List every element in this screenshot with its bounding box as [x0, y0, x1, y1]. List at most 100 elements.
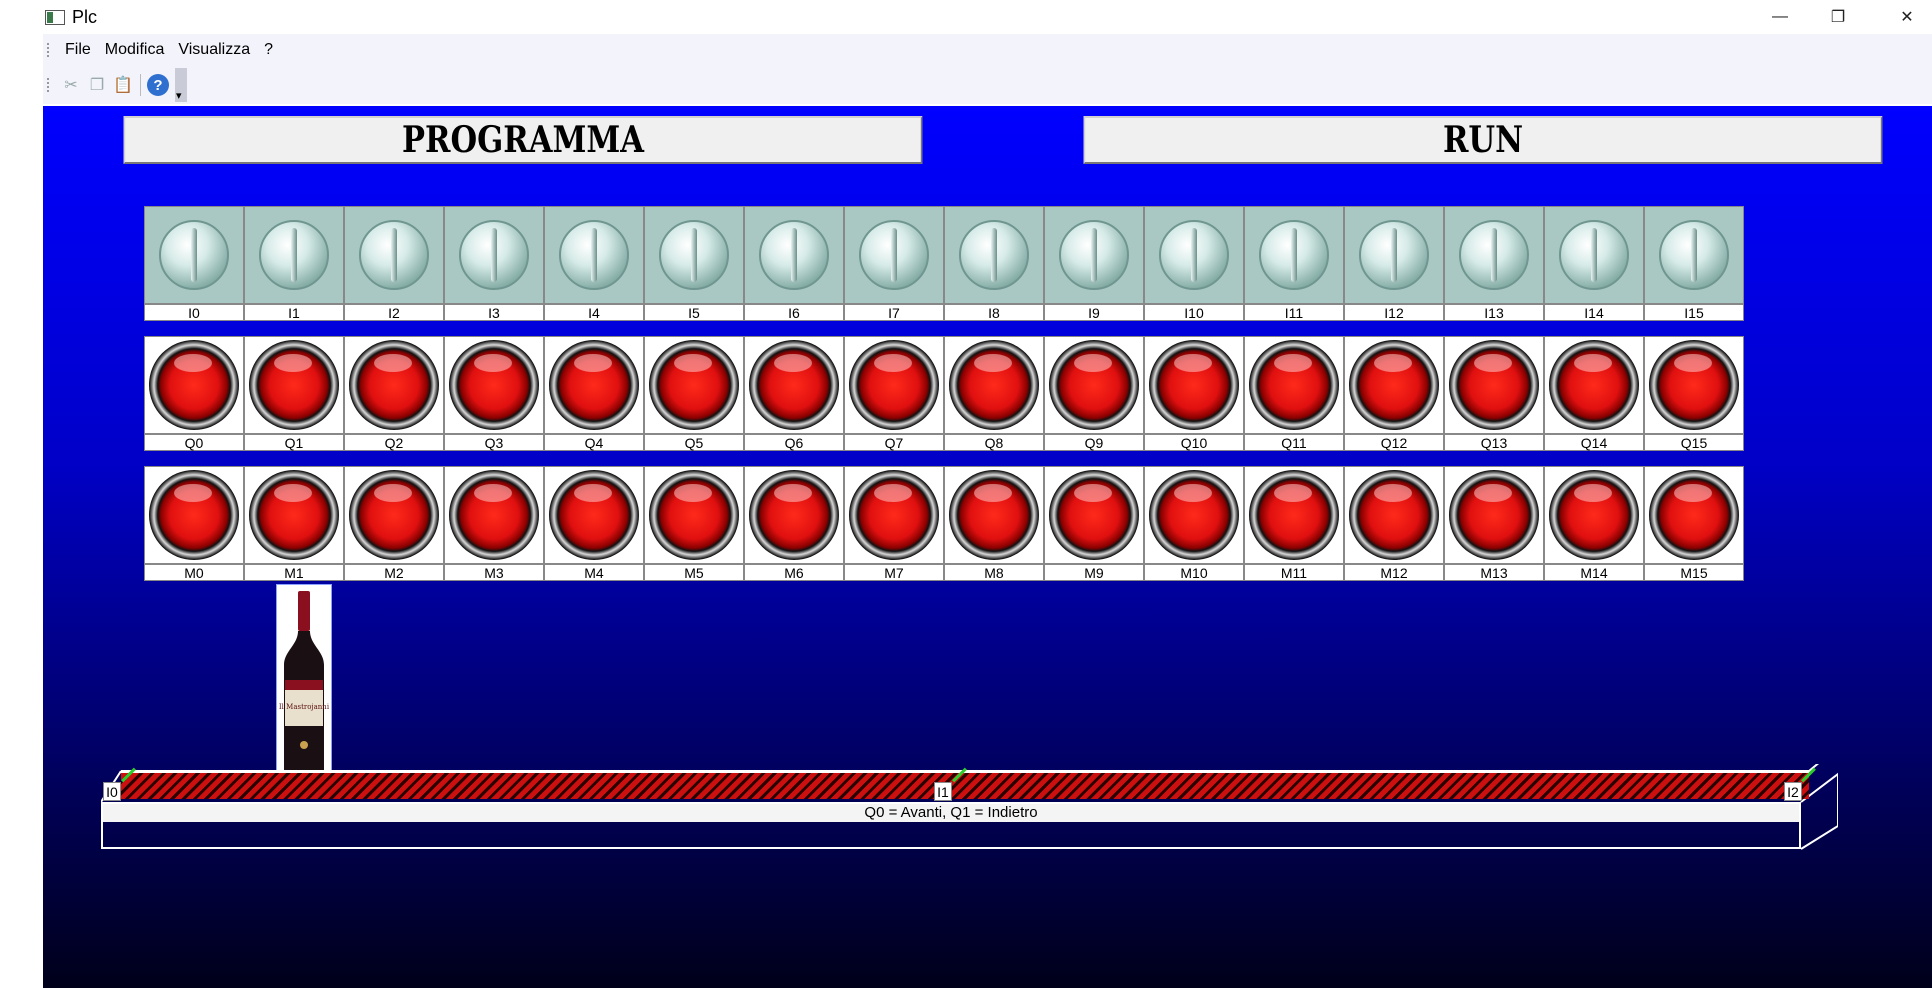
input-switch-i8[interactable]: I8 [944, 206, 1044, 321]
marker-lamp-face[interactable] [1244, 466, 1344, 564]
marker-lamp-m7[interactable]: M7 [844, 466, 944, 581]
output-lamp-q13[interactable]: Q13 [1444, 336, 1544, 451]
marker-lamp-m14[interactable]: M14 [1544, 466, 1644, 581]
input-switch-i11[interactable]: I11 [1244, 206, 1344, 321]
input-switch-face[interactable] [1444, 206, 1544, 304]
marker-lamp-m8[interactable]: M8 [944, 466, 1044, 581]
marker-lamp-m6[interactable]: M6 [744, 466, 844, 581]
output-lamp-q6[interactable]: Q6 [744, 336, 844, 451]
input-switch-face[interactable] [244, 206, 344, 304]
input-switch-face[interactable] [644, 206, 744, 304]
output-lamp-face[interactable] [1444, 336, 1544, 434]
output-lamp-face[interactable] [744, 336, 844, 434]
marker-lamp-face[interactable] [244, 466, 344, 564]
output-lamp-face[interactable] [1344, 336, 1444, 434]
toolbar-overflow-button[interactable] [175, 68, 187, 102]
marker-lamp-face[interactable] [1644, 466, 1744, 564]
copy-icon[interactable]: ❐ [84, 72, 110, 98]
input-switch-face[interactable] [1544, 206, 1644, 304]
output-lamp-q10[interactable]: Q10 [1144, 336, 1244, 451]
output-lamp-q4[interactable]: Q4 [544, 336, 644, 451]
input-switch-face[interactable] [344, 206, 444, 304]
marker-lamp-m4[interactable]: M4 [544, 466, 644, 581]
marker-lamp-face[interactable] [1344, 466, 1444, 564]
input-switch-i10[interactable]: I10 [1144, 206, 1244, 321]
minimize-button[interactable]: — [1755, 0, 1805, 34]
marker-lamp-m11[interactable]: M11 [1244, 466, 1344, 581]
output-lamp-face[interactable] [244, 336, 344, 434]
output-lamp-q9[interactable]: Q9 [1044, 336, 1144, 451]
output-lamp-q1[interactable]: Q1 [244, 336, 344, 451]
output-lamp-q7[interactable]: Q7 [844, 336, 944, 451]
output-lamp-face[interactable] [844, 336, 944, 434]
output-lamp-q0[interactable]: Q0 [144, 336, 244, 451]
output-lamp-q5[interactable]: Q5 [644, 336, 744, 451]
run-button[interactable]: RUN [1083, 116, 1883, 164]
close-button[interactable]: ✕ [1882, 0, 1932, 34]
marker-lamp-m10[interactable]: M10 [1144, 466, 1244, 581]
output-lamp-q12[interactable]: Q12 [1344, 336, 1444, 451]
output-lamp-face[interactable] [1544, 336, 1644, 434]
marker-lamp-face[interactable] [944, 466, 1044, 564]
cut-icon[interactable]: ✂ [58, 72, 84, 98]
restore-button[interactable]: ❐ [1813, 0, 1863, 34]
output-lamp-q2[interactable]: Q2 [344, 336, 444, 451]
input-switch-i9[interactable]: I9 [1044, 206, 1144, 321]
input-switch-face[interactable] [1344, 206, 1444, 304]
output-lamp-face[interactable] [144, 336, 244, 434]
input-switch-face[interactable] [1144, 206, 1244, 304]
input-switch-face[interactable] [944, 206, 1044, 304]
marker-lamp-face[interactable] [644, 466, 744, 564]
output-lamp-q8[interactable]: Q8 [944, 336, 1044, 451]
input-switch-i6[interactable]: I6 [744, 206, 844, 321]
output-lamp-face[interactable] [1244, 336, 1344, 434]
marker-lamp-m0[interactable]: M0 [144, 466, 244, 581]
input-switch-face[interactable] [544, 206, 644, 304]
menu-help[interactable]: ? [257, 41, 280, 59]
marker-lamp-m9[interactable]: M9 [1044, 466, 1144, 581]
input-switch-face[interactable] [1044, 206, 1144, 304]
marker-lamp-face[interactable] [1144, 466, 1244, 564]
marker-lamp-m3[interactable]: M3 [444, 466, 544, 581]
input-switch-face[interactable] [444, 206, 544, 304]
input-switch-face[interactable] [1644, 206, 1744, 304]
output-lamp-q3[interactable]: Q3 [444, 336, 544, 451]
marker-lamp-face[interactable] [544, 466, 644, 564]
menu-modifica[interactable]: Modifica [98, 41, 172, 59]
output-lamp-face[interactable] [444, 336, 544, 434]
output-lamp-q14[interactable]: Q14 [1544, 336, 1644, 451]
input-switch-i2[interactable]: I2 [344, 206, 444, 321]
marker-lamp-face[interactable] [1544, 466, 1644, 564]
input-switch-i14[interactable]: I14 [1544, 206, 1644, 321]
output-lamp-q15[interactable]: Q15 [1644, 336, 1744, 451]
output-lamp-face[interactable] [544, 336, 644, 434]
input-switch-i13[interactable]: I13 [1444, 206, 1544, 321]
output-lamp-face[interactable] [1144, 336, 1244, 434]
marker-lamp-m13[interactable]: M13 [1444, 466, 1544, 581]
input-switch-face[interactable] [144, 206, 244, 304]
marker-lamp-face[interactable] [444, 466, 544, 564]
marker-lamp-m1[interactable]: M1 [244, 466, 344, 581]
marker-lamp-face[interactable] [844, 466, 944, 564]
input-switch-i1[interactable]: I1 [244, 206, 344, 321]
input-switch-face[interactable] [1244, 206, 1344, 304]
marker-lamp-m15[interactable]: M15 [1644, 466, 1744, 581]
input-switch-i5[interactable]: I5 [644, 206, 744, 321]
help-button[interactable]: ? [145, 72, 171, 98]
paste-icon[interactable]: 📋 [110, 72, 136, 98]
output-lamp-face[interactable] [1644, 336, 1744, 434]
programma-button[interactable]: PROGRAMMA [123, 116, 923, 164]
output-lamp-face[interactable] [644, 336, 744, 434]
input-switch-i12[interactable]: I12 [1344, 206, 1444, 321]
marker-lamp-face[interactable] [144, 466, 244, 564]
bottle[interactable]: Il Mastrojanni [276, 584, 332, 780]
marker-lamp-face[interactable] [1044, 466, 1144, 564]
marker-lamp-m5[interactable]: M5 [644, 466, 744, 581]
marker-lamp-face[interactable] [1444, 466, 1544, 564]
marker-lamp-m2[interactable]: M2 [344, 466, 444, 581]
input-switch-i4[interactable]: I4 [544, 206, 644, 321]
output-lamp-q11[interactable]: Q11 [1244, 336, 1344, 451]
input-switch-i15[interactable]: I15 [1644, 206, 1744, 321]
output-lamp-face[interactable] [944, 336, 1044, 434]
input-switch-i0[interactable]: I0 [144, 206, 244, 321]
